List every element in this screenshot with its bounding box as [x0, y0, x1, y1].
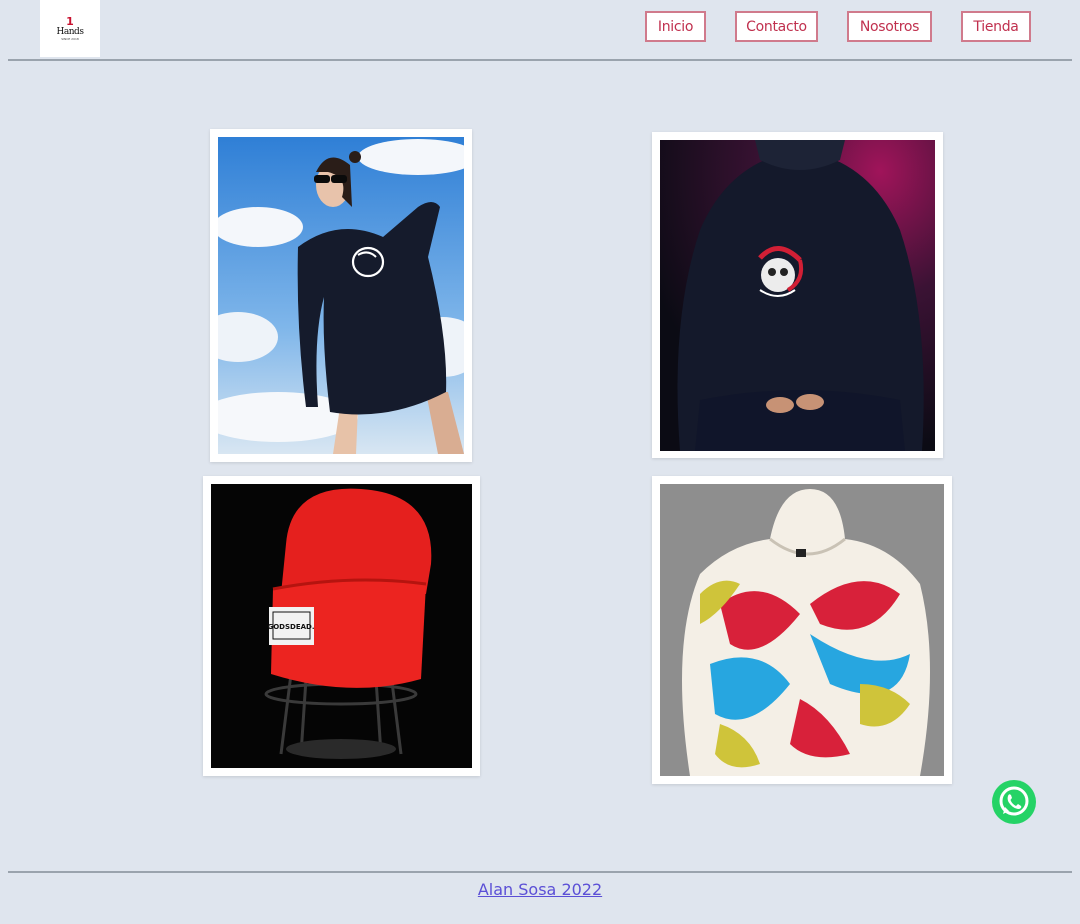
product-image-2 — [660, 140, 935, 451]
product-image-3: GODSDEAD. — [211, 484, 472, 768]
gallery-card-3[interactable]: GODSDEAD. — [203, 476, 480, 776]
product-image-4 — [660, 484, 944, 776]
whatsapp-button[interactable] — [992, 780, 1036, 824]
logo-brand: Hands — [56, 27, 84, 37]
site-header: 1 Hands SINCE 2018 Inicio Contacto Nosot… — [0, 0, 1080, 60]
footer-divider — [8, 871, 1072, 873]
gallery-card-2[interactable] — [652, 132, 943, 458]
nav-contacto-button[interactable]: Contacto — [735, 11, 818, 42]
site-logo[interactable]: 1 Hands SINCE 2018 — [40, 0, 100, 57]
logo-number: 1 — [66, 15, 74, 28]
header-divider — [8, 59, 1072, 61]
gallery-card-1[interactable] — [210, 129, 472, 462]
whatsapp-icon — [999, 786, 1029, 816]
footer-credit-link[interactable]: Alan Sosa 2022 — [0, 880, 1080, 899]
product-image-1 — [218, 137, 464, 454]
beanie-label-text: GODSDEAD. — [267, 623, 314, 631]
nav-tienda-button[interactable]: Tienda — [961, 11, 1031, 42]
gallery-card-4[interactable] — [652, 476, 952, 784]
nav-inicio-button[interactable]: Inicio — [645, 11, 706, 42]
nav-nosotros-button[interactable]: Nosotros — [847, 11, 932, 42]
logo-tagline: SINCE 2018 — [61, 37, 79, 41]
